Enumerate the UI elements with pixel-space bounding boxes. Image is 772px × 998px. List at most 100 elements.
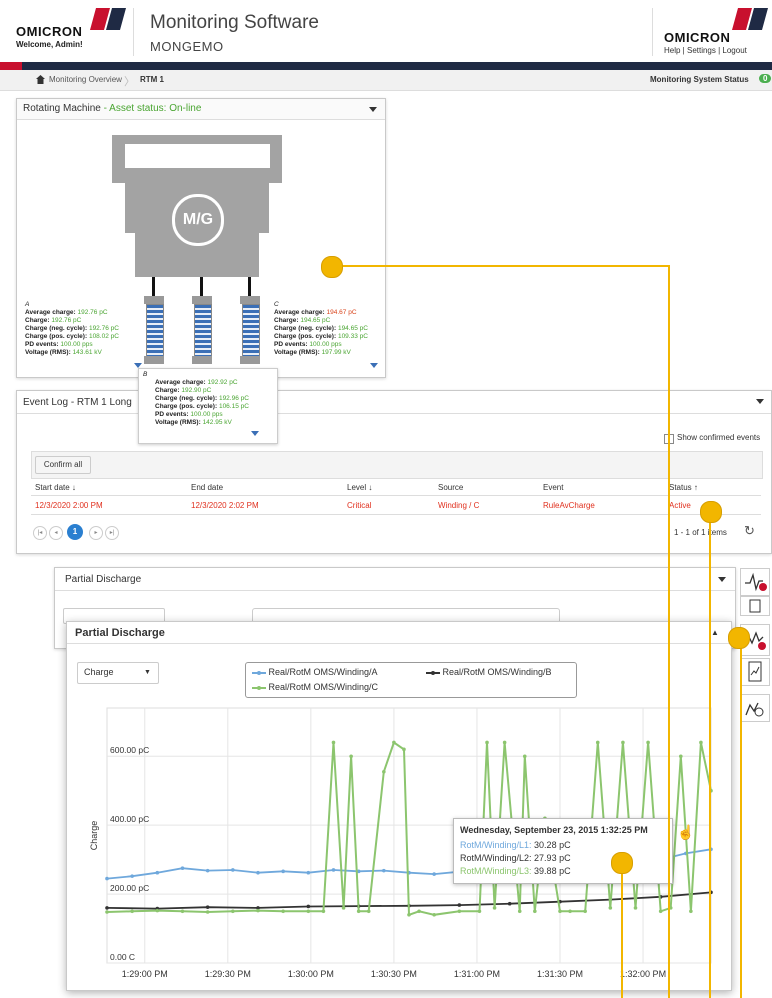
column-start-date[interactable]: Start date ↓ [35,483,76,492]
legend-item-c[interactable]: Real/RotM OMS/Winding/C [252,682,378,692]
series-point [392,740,396,745]
next-page-button[interactable]: ▸ [89,526,103,540]
tooltip-l2: RotM/Winding/L2: 27.93 pC [460,853,571,863]
collapse-icon[interactable] [718,577,726,582]
callout-marker [611,852,633,874]
legend-item-a[interactable]: Real/RotM OMS/Winding/A [252,667,378,677]
callout-marker [700,501,722,523]
collapse-icon[interactable] [756,399,764,404]
rotating-machine-panel: Rotating Machine - Asset status: On-line… [16,98,386,378]
y-axis-label: Charge [89,821,99,851]
pd-trend-icon[interactable] [740,568,770,596]
breadcrumb: Monitoring Overview 〉 RTM 1 Monitoring S… [0,70,772,91]
lead-a [152,277,155,297]
callout-line [668,265,670,998]
analysis-icon[interactable] [740,694,770,722]
column-source[interactable]: Source [438,483,463,492]
series-point [256,870,260,875]
status-badge[interactable]: 0 [759,74,772,83]
refresh-icon[interactable]: ↻ [744,523,755,539]
collapse-icon[interactable] [369,107,377,112]
table-header: Start date ↓ End date Level ↓ Source Eve… [31,481,761,496]
event-log-panel: Event Log - RTM 1 Long Show confirmed ev… [16,390,772,554]
series-point [457,909,462,914]
system-status-label[interactable]: Monitoring System Status [650,75,749,84]
report-icon[interactable] [740,658,770,686]
omicron-logo-icon [90,8,126,32]
page-1-button[interactable]: 1 [67,524,83,540]
series-point [658,909,663,914]
column-level[interactable]: Level ↓ [347,483,372,492]
winding-b[interactable] [194,304,212,358]
y-tick-label: 200.00 pC [110,883,149,893]
first-page-button[interactable]: |◂ [33,526,47,540]
last-page-button[interactable]: ▸| [105,526,119,540]
header-links[interactable]: Help | Settings | Logout [664,46,747,55]
series-point [130,874,134,878]
tooltip-date: Wednesday, September 23, 2015 1:32:25 PM [460,825,648,835]
expand-b-icon[interactable] [251,431,259,436]
breadcrumb-current: RTM 1 [140,75,164,84]
series-point [341,906,346,910]
series-point [349,754,353,759]
measurement-dropdown[interactable]: Charge ▼ [77,662,159,684]
chevron-down-icon: ▼ [144,669,151,676]
series-point [331,868,336,872]
series-point [517,909,522,914]
panel-title: Partial Discharge [75,627,165,639]
column-event[interactable]: Event [543,483,563,492]
cell-source: Winding / C [438,501,480,510]
series-point [507,901,512,906]
confirm-all-button[interactable]: Confirm all [35,456,91,474]
series-point [231,868,235,872]
y-tick-label: 600.00 pC [110,745,149,755]
series-point [306,870,311,875]
machine-window [125,144,270,168]
document-icon[interactable] [740,596,770,616]
series-point [155,908,160,913]
column-status[interactable]: Status ↑ [669,483,698,492]
series-point [621,740,625,745]
legend-item-b[interactable]: Real/RotM OMS/Winding/B [426,667,552,677]
breadcrumb-home[interactable]: Monitoring Overview [49,75,122,84]
series-point [633,906,638,910]
divider [17,413,771,414]
winding-a[interactable] [146,304,164,358]
x-tick-label: 1:31:00 PM [454,969,500,979]
series-point [130,909,134,914]
partial-discharge-panel: Partial Discharge ▲ Charge ▼ Real/RotM O… [66,621,732,991]
lead-c [248,277,251,297]
series-point [155,870,160,875]
home-icon[interactable] [36,75,45,86]
series-point [356,909,361,914]
series-point [485,740,489,745]
dropdown-value: Charge [84,667,114,677]
series-point [281,909,285,914]
collapse-up-icon[interactable]: ▲ [711,628,719,637]
cell-status: Active [669,501,691,510]
callout-marker [728,627,750,649]
callout-line [709,511,711,998]
column-end-date[interactable]: End date [191,483,223,492]
brand-bar-accent [0,62,22,70]
panel-header: Rotating Machine - Asset status: On-line [17,99,385,120]
divider [133,8,134,56]
toolbar [31,451,763,479]
series-point [205,868,210,873]
prev-page-button[interactable]: ◂ [49,526,63,540]
x-tick-label: 1:30:00 PM [288,969,334,979]
phase-b-label: B [143,371,148,378]
series-point [306,909,311,914]
table-row[interactable]: 12/3/2020 2:00 PM 12/3/2020 2:02 PM Crit… [31,498,761,515]
app-subtitle: MONGEMO [150,39,224,54]
x-tick-label: 1:30:30 PM [371,969,417,979]
phase-c-label: C [274,301,279,308]
phase-a-info: A Average charge: 192.76 pC Charge: 192.… [25,301,141,357]
expand-c-icon[interactable] [370,363,378,368]
series-point [331,740,336,745]
series-point [321,909,326,914]
series-point [583,909,587,914]
series-point [402,747,406,752]
winding-c[interactable] [242,304,260,358]
cell-level: Critical [347,501,372,510]
